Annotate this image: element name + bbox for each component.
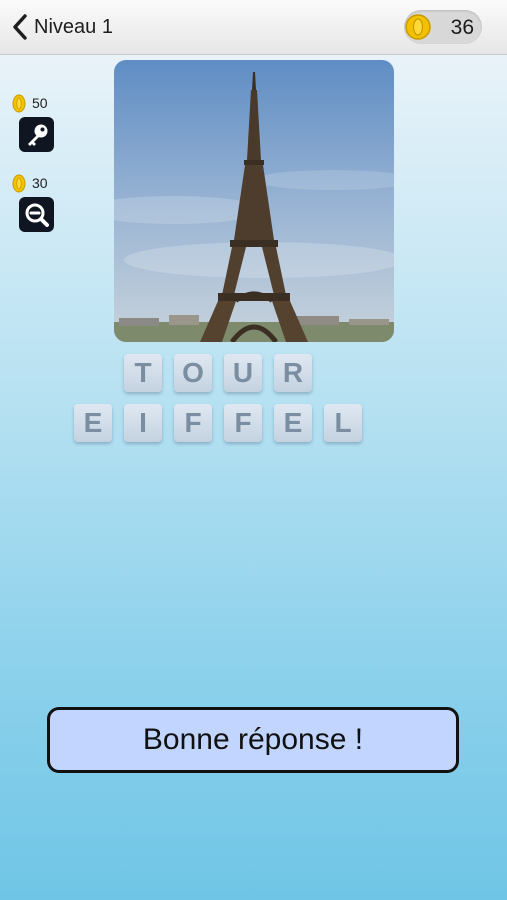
key-hint-button[interactable] [19,117,54,152]
hint-cost: 30 [32,175,48,191]
eiffel-tower-photo [114,60,394,342]
letter-tile[interactable]: O [174,354,212,392]
letter-tile[interactable]: R [274,354,312,392]
back-label: Niveau 1 [34,15,113,38]
puzzle-photo [114,60,394,342]
chevron-left-icon [13,14,27,40]
letter-tile[interactable]: I [124,404,162,442]
zoom-hint-button[interactable] [19,197,54,232]
letter-tile[interactable]: E [274,404,312,442]
coin-balance: 36 [404,10,482,44]
hint-cost-row: 30 [12,173,54,193]
hint-zoom-out: 30 [12,173,54,232]
zoom-out-icon [25,203,49,227]
correct-answer-banner[interactable]: Bonne réponse ! [47,707,459,773]
coin-icon [12,174,26,192]
letter-tile[interactable]: F [224,404,262,442]
letter-tile[interactable]: F [174,404,212,442]
back-button[interactable]: Niveau 1 [12,12,113,42]
letter-tile[interactable]: T [124,354,162,392]
coin-icon [12,94,26,112]
letter-tile[interactable]: E [74,404,112,442]
hint-reveal-letter: 50 [12,93,54,152]
letter-tile[interactable]: U [224,354,262,392]
coin-icon [405,14,431,40]
key-icon [27,124,47,146]
hint-cost: 50 [32,95,48,111]
top-bar: Niveau 1 36 [0,0,507,55]
hint-cost-row: 50 [12,93,54,113]
letter-tile[interactable]: L [324,404,362,442]
coin-count: 36 [450,16,474,39]
